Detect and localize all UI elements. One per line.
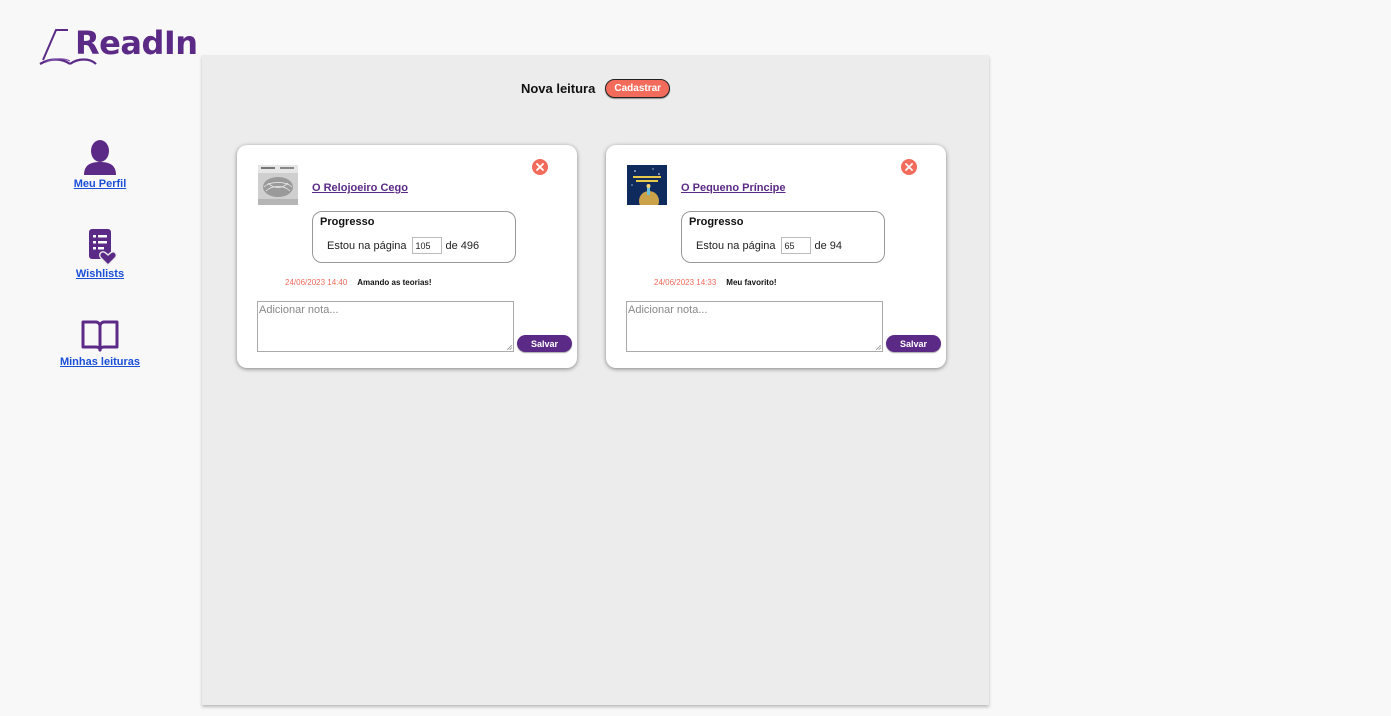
list-heart-icon <box>82 228 118 266</box>
book-cover <box>627 165 667 205</box>
progress-title: Progresso <box>320 216 375 228</box>
progress-box: Progresso Estou na página de 94 <box>681 211 885 263</box>
user-icon <box>82 138 118 176</box>
sidebar-item-minhas-leituras[interactable]: Minhas leituras <box>40 318 160 368</box>
progress-row: Estou na página de 94 <box>696 237 842 254</box>
register-button[interactable]: Cadastrar <box>605 79 671 98</box>
total-pages: de 496 <box>445 239 480 252</box>
progress-title: Progresso <box>689 216 744 228</box>
book-cover <box>258 165 298 205</box>
remove-reading-button[interactable] <box>901 159 917 175</box>
progress-prefix: Estou na página <box>696 239 776 252</box>
remove-reading-button[interactable] <box>532 159 548 175</box>
close-icon <box>532 159 548 175</box>
note-text: Amando as teorias! <box>357 278 432 287</box>
note-entry: 24/06/2023 14:40 Amando as teorias! <box>285 278 432 287</box>
progress-row: Estou na página de 496 <box>327 237 479 254</box>
open-book-icon <box>80 318 120 354</box>
current-page-input[interactable] <box>780 237 811 254</box>
note-entry: 24/06/2023 14:33 Meu favorito! <box>654 278 777 287</box>
note-text: Meu favorito! <box>726 278 777 287</box>
book-title-link[interactable]: O Relojoeiro Cego <box>312 182 408 194</box>
book-title-link[interactable]: O Pequeno Príncipe <box>681 182 786 194</box>
progress-prefix: Estou na página <box>327 239 407 252</box>
sidebar-item-label: Meu Perfil <box>73 178 127 190</box>
add-note-textarea[interactable] <box>257 301 514 352</box>
current-page-input[interactable] <box>411 237 442 254</box>
logo-text: ReadIn <box>75 24 198 62</box>
sidebar-item-wishlists[interactable]: Wishlists <box>40 228 160 280</box>
app-logo: ReadIn <box>38 24 198 70</box>
new-reading-label: Nova leitura <box>520 81 596 96</box>
new-reading-bar: Nova leitura Cadastrar <box>202 79 989 98</box>
resize-grip-icon[interactable] <box>876 345 881 350</box>
add-note-textarea[interactable] <box>626 301 883 352</box>
note-date: 24/06/2023 14:40 <box>285 278 348 287</box>
book-cover-relojoeiro-icon <box>258 165 298 205</box>
resize-grip-icon[interactable] <box>507 345 512 350</box>
reading-card: O Relojoeiro Cego Progresso Estou na pág… <box>237 145 577 368</box>
reading-card: O Pequeno Príncipe Progresso Estou na pá… <box>606 145 946 368</box>
sidebar-item-label: Minhas leituras <box>59 356 141 368</box>
readings-panel: Nova leitura Cadastrar O Relojoeiro Cego… <box>202 55 989 705</box>
close-icon <box>901 159 917 175</box>
total-pages: de 94 <box>814 239 843 252</box>
book-cover-pequeno-principe-icon <box>627 165 667 205</box>
save-note-button[interactable]: Salvar <box>517 335 572 352</box>
sidebar-item-meu-perfil[interactable]: Meu Perfil <box>40 138 160 190</box>
progress-box: Progresso Estou na página de 496 <box>312 211 516 263</box>
save-note-button[interactable]: Salvar <box>886 335 941 352</box>
sidebar-item-label: Wishlists <box>75 268 125 280</box>
note-date: 24/06/2023 14:33 <box>654 278 717 287</box>
